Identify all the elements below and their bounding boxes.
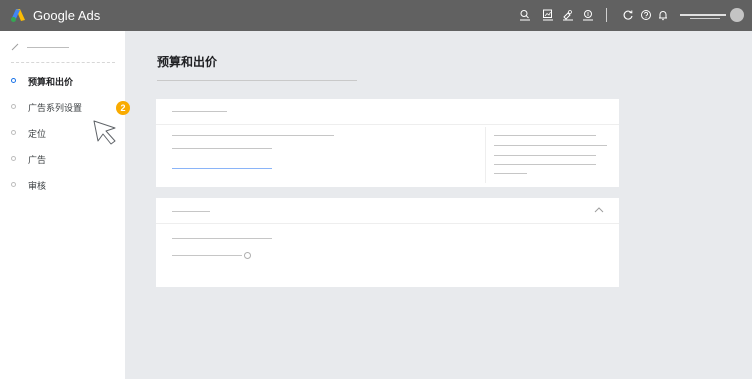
help-icon[interactable] — [640, 9, 652, 21]
help-text-placeholder — [494, 164, 596, 165]
sidebar-item-review[interactable]: 审核 — [0, 176, 125, 196]
avatar[interactable] — [730, 8, 744, 22]
text-placeholder — [172, 135, 334, 136]
campaign-name-placeholder[interactable] — [27, 47, 69, 48]
page-title: 预算和出价 — [157, 55, 218, 69]
help-text-placeholder — [494, 145, 607, 146]
card-heading-placeholder — [172, 111, 227, 112]
bidding-card — [156, 198, 619, 287]
mouse-cursor-icon — [93, 120, 116, 145]
card-heading-placeholder[interactable] — [172, 211, 210, 212]
sidebar-item-campaign-settings[interactable]: 广告系列设置 — [0, 98, 125, 118]
help-text-placeholder — [494, 135, 596, 136]
sidebar-item-label: 广告系列设置 — [28, 103, 83, 113]
card-divider — [156, 124, 619, 125]
step-indicator-icon — [11, 130, 16, 135]
step-indicator-icon — [11, 78, 16, 83]
campaign-steps-sidebar: 预算和出价 广告系列设置 定位 广告 审核 — [0, 31, 125, 379]
account-name-placeholder[interactable] — [680, 14, 726, 16]
sidebar-item-ads[interactable]: 广告 — [0, 150, 125, 170]
text-placeholder — [172, 238, 272, 239]
top-app-bar: Google Ads — [0, 0, 752, 31]
account-id-placeholder — [690, 18, 720, 19]
step-indicator-icon — [11, 182, 16, 187]
step-indicator-icon — [11, 104, 16, 109]
card-divider — [156, 223, 619, 224]
step-badge: 2 — [116, 101, 130, 115]
card-column-divider — [485, 127, 486, 183]
step-indicator-icon — [11, 156, 16, 161]
sidebar-item-label: 定位 — [28, 129, 47, 139]
budget-card — [156, 99, 619, 187]
help-text-placeholder — [494, 155, 596, 156]
title-underline — [157, 80, 357, 81]
notifications-icon[interactable] — [657, 9, 669, 21]
budget-input-field[interactable] — [172, 168, 272, 169]
app-title[interactable]: Google Ads — [33, 8, 100, 23]
reports-icon[interactable] — [542, 9, 554, 21]
search-icon[interactable] — [519, 9, 531, 21]
text-placeholder — [172, 148, 272, 149]
billing-icon[interactable] — [582, 9, 594, 21]
pencil-icon[interactable] — [11, 43, 19, 51]
sidebar-item-label: 广告 — [28, 155, 47, 165]
help-text-placeholder — [494, 173, 527, 174]
sidebar-item-label: 审核 — [28, 181, 47, 191]
sidebar-item-budget-bidding[interactable]: 预算和出价 — [0, 72, 125, 92]
info-icon[interactable] — [244, 252, 251, 259]
sidebar-item-label: 预算和出价 — [28, 77, 74, 87]
option-placeholder[interactable] — [172, 255, 242, 256]
tools-icon[interactable] — [562, 9, 574, 21]
toolbar-separator — [606, 8, 607, 22]
sidebar-divider — [11, 62, 115, 63]
chevron-up-icon[interactable] — [594, 207, 604, 213]
google-ads-logo-icon[interactable] — [10, 7, 26, 23]
refresh-icon[interactable] — [622, 9, 634, 21]
